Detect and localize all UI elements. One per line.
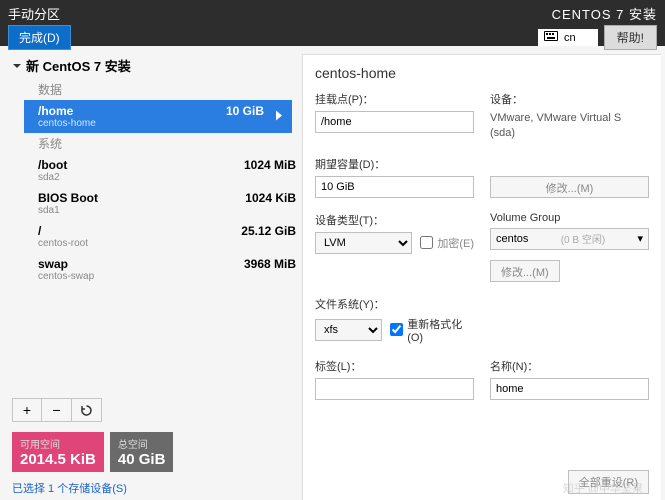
chevron-right-icon xyxy=(274,109,284,124)
name-input[interactable] xyxy=(490,378,649,400)
add-partition-button[interactable]: + xyxy=(12,398,42,422)
available-space-box: 可用空间 2014.5 KiB xyxy=(12,432,104,472)
chevron-down-icon xyxy=(12,61,22,71)
partition-item-root[interactable]: /25.12 GiB centos-root xyxy=(12,220,296,253)
tree-root[interactable]: 新 CentOS 7 安装 xyxy=(12,54,296,79)
total-space-box: 总空间 40 GiB xyxy=(110,432,174,472)
chevron-down-icon: ▾ xyxy=(637,232,643,245)
reset-all-button[interactable]: 全部重设(R) xyxy=(568,470,649,494)
mount-point-input[interactable] xyxy=(315,111,474,133)
language-indicator[interactable]: cn xyxy=(538,29,598,46)
reload-button[interactable] xyxy=(72,398,102,422)
installer-title: CENTOS 7 安装 xyxy=(552,4,657,23)
partition-item-boot[interactable]: /boot1024 MiB sda2 xyxy=(12,154,296,187)
section-system: 系统 xyxy=(12,133,296,154)
modify-device-button[interactable]: 修改...(M) xyxy=(490,176,649,198)
mount-point-label: 挂载点(P)： xyxy=(315,91,474,107)
device-type-label: 设备类型(T)： xyxy=(315,212,474,228)
encrypt-checkbox[interactable] xyxy=(420,236,433,249)
reformat-checkbox[interactable] xyxy=(390,323,403,336)
vg-label: Volume Group xyxy=(490,212,649,224)
partition-item-biosboot[interactable]: BIOS Boot1024 KiB sda1 xyxy=(12,187,296,220)
vg-select[interactable]: centos (0 B 空闲) ▾ xyxy=(490,228,649,250)
modify-vg-button[interactable]: 修改...(M) xyxy=(490,260,560,282)
label-label: 标签(L)： xyxy=(315,358,474,374)
desired-capacity-input[interactable] xyxy=(315,176,474,198)
page-title: 手动分区 xyxy=(8,4,71,23)
details-title: centos-home xyxy=(315,65,649,81)
device-text: VMware, VMware Virtual S (sda) xyxy=(490,111,649,142)
section-data: 数据 xyxy=(12,79,296,100)
partition-buttons: + − xyxy=(12,398,296,422)
device-type-select[interactable]: LVM xyxy=(315,232,412,254)
fs-label: 文件系统(Y)： xyxy=(315,296,474,312)
device-label: 设备： xyxy=(490,91,649,107)
keyboard-icon xyxy=(544,31,558,44)
desired-capacity-label: 期望容量(D)： xyxy=(315,156,474,172)
partition-list-panel: 新 CentOS 7 安装 数据 /home 10 GiB centos-hom… xyxy=(0,46,302,500)
label-input[interactable] xyxy=(315,378,474,400)
partition-item-home[interactable]: /home 10 GiB centos-home xyxy=(24,100,292,133)
help-button[interactable]: 帮助! xyxy=(604,25,657,50)
lang-code: cn xyxy=(564,32,576,44)
refresh-icon xyxy=(80,404,93,417)
header-bar: 手动分区 完成(D) CENTOS 7 安装 cn 帮助! xyxy=(0,0,665,46)
name-label: 名称(N)： xyxy=(490,358,649,374)
partition-item-swap[interactable]: swap3968 MiB centos-swap xyxy=(12,253,296,286)
storage-devices-link[interactable]: 已选择 1 个存储设备(S) xyxy=(12,480,296,496)
remove-partition-button[interactable]: − xyxy=(42,398,72,422)
filesystem-select[interactable]: xfs xyxy=(315,319,382,341)
partition-details-panel: centos-home 挂载点(P)： 设备： VMware, VMware V… xyxy=(302,54,661,500)
